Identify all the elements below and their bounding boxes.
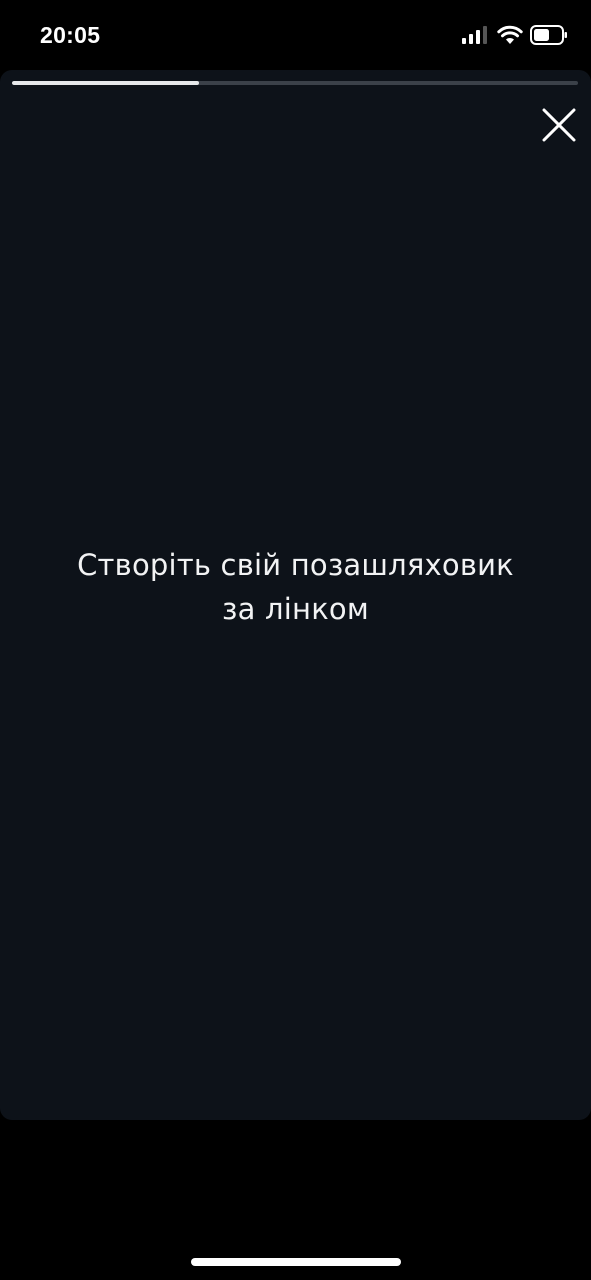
signal-icon bbox=[462, 26, 487, 44]
close-icon bbox=[542, 108, 576, 142]
story-card: Створіть свій позашляховик за лінком bbox=[0, 70, 591, 1120]
status-bar: 20:05 bbox=[0, 0, 591, 70]
close-button[interactable] bbox=[538, 104, 580, 146]
story-message: Створіть свій позашляховик за лінком bbox=[0, 543, 591, 631]
story-progress-fill bbox=[12, 81, 199, 85]
story-message-line-1: Створіть свій позашляховик bbox=[77, 548, 514, 582]
story-message-line-2: за лінком bbox=[222, 592, 369, 626]
home-indicator[interactable] bbox=[191, 1258, 401, 1266]
battery-icon bbox=[530, 25, 567, 45]
wifi-icon bbox=[497, 25, 523, 44]
story-progress-bar bbox=[12, 81, 578, 85]
status-time: 20:05 bbox=[40, 22, 101, 48]
